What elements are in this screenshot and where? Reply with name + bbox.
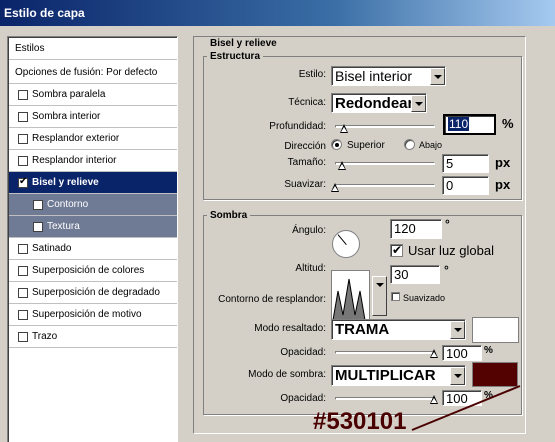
size-unit: px xyxy=(495,155,511,170)
depth-slider[interactable] xyxy=(335,125,435,128)
window-title: Estilo de capa xyxy=(0,0,555,26)
style-item-bevel-emboss[interactable]: Bisel y relieve xyxy=(9,172,177,194)
soften-slider[interactable] xyxy=(335,184,435,187)
depth-label: Profundidad: xyxy=(269,121,326,132)
size-label: Tamaño: xyxy=(287,157,326,168)
color-annotation: #530101 xyxy=(313,408,407,435)
altitude-input[interactable]: 30 xyxy=(390,265,440,284)
checkbox[interactable] xyxy=(18,89,28,100)
depth-unit: % xyxy=(502,116,514,131)
style-item-texture[interactable]: Textura xyxy=(9,216,177,238)
angle-degree: ° xyxy=(445,217,450,231)
style-item-pattern-overlay[interactable]: Superposición de motivo xyxy=(9,304,177,326)
highlight-mode-select[interactable]: TRAMA xyxy=(331,319,466,340)
checkbox[interactable] xyxy=(33,221,43,232)
checkbox[interactable] xyxy=(18,133,28,144)
highlight-color-swatch[interactable] xyxy=(472,317,519,343)
depth-slider-thumb[interactable] xyxy=(340,124,348,133)
style-item-label: Sombra paralela xyxy=(32,89,106,100)
checkbox[interactable] xyxy=(18,287,28,298)
style-item-label: Sombra interior xyxy=(32,111,101,122)
chevron-down-icon[interactable] xyxy=(372,276,387,316)
shadow-opacity-label: Opacidad: xyxy=(280,393,326,404)
styles-list: Estilos Opciones de fusión: Por defecto … xyxy=(7,36,178,442)
style-item-gradient-overlay[interactable]: Superposición de degradado xyxy=(9,282,177,304)
shadow-mode-label: Modo de sombra: xyxy=(248,369,326,380)
checkbox[interactable] xyxy=(18,176,28,188)
checkbox[interactable] xyxy=(18,155,28,166)
gloss-contour-label: Contorno de resplandor: xyxy=(218,294,326,305)
soften-slider-thumb[interactable] xyxy=(331,183,339,192)
gloss-contour-preview[interactable] xyxy=(331,270,370,322)
checkbox[interactable] xyxy=(18,111,28,122)
style-item-label: Bisel y relieve xyxy=(32,177,99,188)
antialias-label: Suavizado xyxy=(403,293,446,303)
style-item-stroke[interactable]: Trazo xyxy=(9,326,177,348)
direction-down-radio[interactable] xyxy=(404,139,415,150)
style-item-label: Superposición de motivo xyxy=(32,309,142,320)
annotation-arrow xyxy=(411,385,521,431)
style-item-color-overlay[interactable]: Superposición de colores xyxy=(9,260,177,282)
highlight-opacity-thumb[interactable] xyxy=(430,349,438,358)
style-item-label: Superposición de colores xyxy=(32,265,145,276)
style-item-label: Textura xyxy=(47,221,80,232)
soften-unit: px xyxy=(495,177,511,192)
depth-value: 110 xyxy=(448,117,470,131)
style-item-label: Satinado xyxy=(32,243,72,254)
style-item-drop-shadow[interactable]: Sombra paralela xyxy=(9,84,177,106)
altitude-label: Altitud: xyxy=(295,263,326,274)
style-select[interactable]: Bisel interior xyxy=(331,66,446,86)
direction-down-label: Abajo xyxy=(419,140,443,150)
style-item-label: Contorno xyxy=(47,199,89,210)
soften-input[interactable]: 0 xyxy=(442,176,489,195)
checkbox[interactable] xyxy=(18,243,28,254)
contour-curve-icon xyxy=(332,278,366,321)
style-item-label: Superposición de degradado xyxy=(32,287,160,298)
checkbox[interactable] xyxy=(18,309,28,320)
angle-dial[interactable] xyxy=(332,230,360,258)
angle-label: Ángulo: xyxy=(292,225,326,236)
chevron-down-icon[interactable] xyxy=(450,321,465,339)
style-item-satin[interactable]: Satinado xyxy=(9,238,177,260)
checkbox[interactable] xyxy=(33,199,43,210)
size-input[interactable]: 5 xyxy=(442,154,489,173)
size-slider[interactable] xyxy=(335,162,435,165)
global-light-checkbox[interactable] xyxy=(390,243,403,257)
chevron-down-icon[interactable] xyxy=(411,95,426,112)
altitude-degree: ° xyxy=(444,263,449,277)
style-item-inner-shadow[interactable]: Sombra interior xyxy=(9,106,177,128)
structure-title: Estructura xyxy=(207,51,264,62)
styles-header[interactable]: Estilos xyxy=(9,38,177,60)
highlight-opacity-input[interactable]: 100 xyxy=(442,345,482,361)
size-slider-thumb[interactable] xyxy=(338,161,346,170)
angle-input[interactable]: 120 xyxy=(390,219,442,239)
style-item-outer-glow[interactable]: Resplandor exterior xyxy=(9,128,177,150)
highlight-opacity-unit: % xyxy=(484,345,493,356)
bevel-title: Bisel y relieve xyxy=(207,38,280,49)
depth-input[interactable]: 110 xyxy=(443,114,496,135)
antialias-checkbox[interactable] xyxy=(391,292,400,301)
style-item-label: Resplandor interior xyxy=(32,155,117,166)
shading-title: Sombra xyxy=(207,210,251,221)
chevron-down-icon[interactable] xyxy=(430,68,445,85)
style-item-label: Resplandor exterior xyxy=(32,133,120,144)
style-label: Estilo: xyxy=(298,69,326,80)
highlight-mode-label: Modo resaltado: xyxy=(254,323,326,334)
direction-up-label: Superior xyxy=(347,140,385,151)
highlight-opacity-label: Opacidad: xyxy=(280,347,326,358)
style-item-contour[interactable]: Contorno xyxy=(9,194,177,216)
direction-label: Dirección xyxy=(284,141,326,152)
style-item-inner-glow[interactable]: Resplandor interior xyxy=(9,150,177,172)
technique-label: Técnica: xyxy=(288,97,326,108)
soften-label: Suavizar: xyxy=(284,179,326,190)
blending-options[interactable]: Opciones de fusión: Por defecto xyxy=(9,62,177,84)
checkbox[interactable] xyxy=(18,265,28,276)
checkbox[interactable] xyxy=(18,331,28,342)
direction-up-radio[interactable] xyxy=(331,139,342,150)
highlight-opacity-slider[interactable] xyxy=(335,351,435,354)
style-item-label: Trazo xyxy=(32,331,58,342)
global-light-label: Usar luz global xyxy=(408,243,494,258)
